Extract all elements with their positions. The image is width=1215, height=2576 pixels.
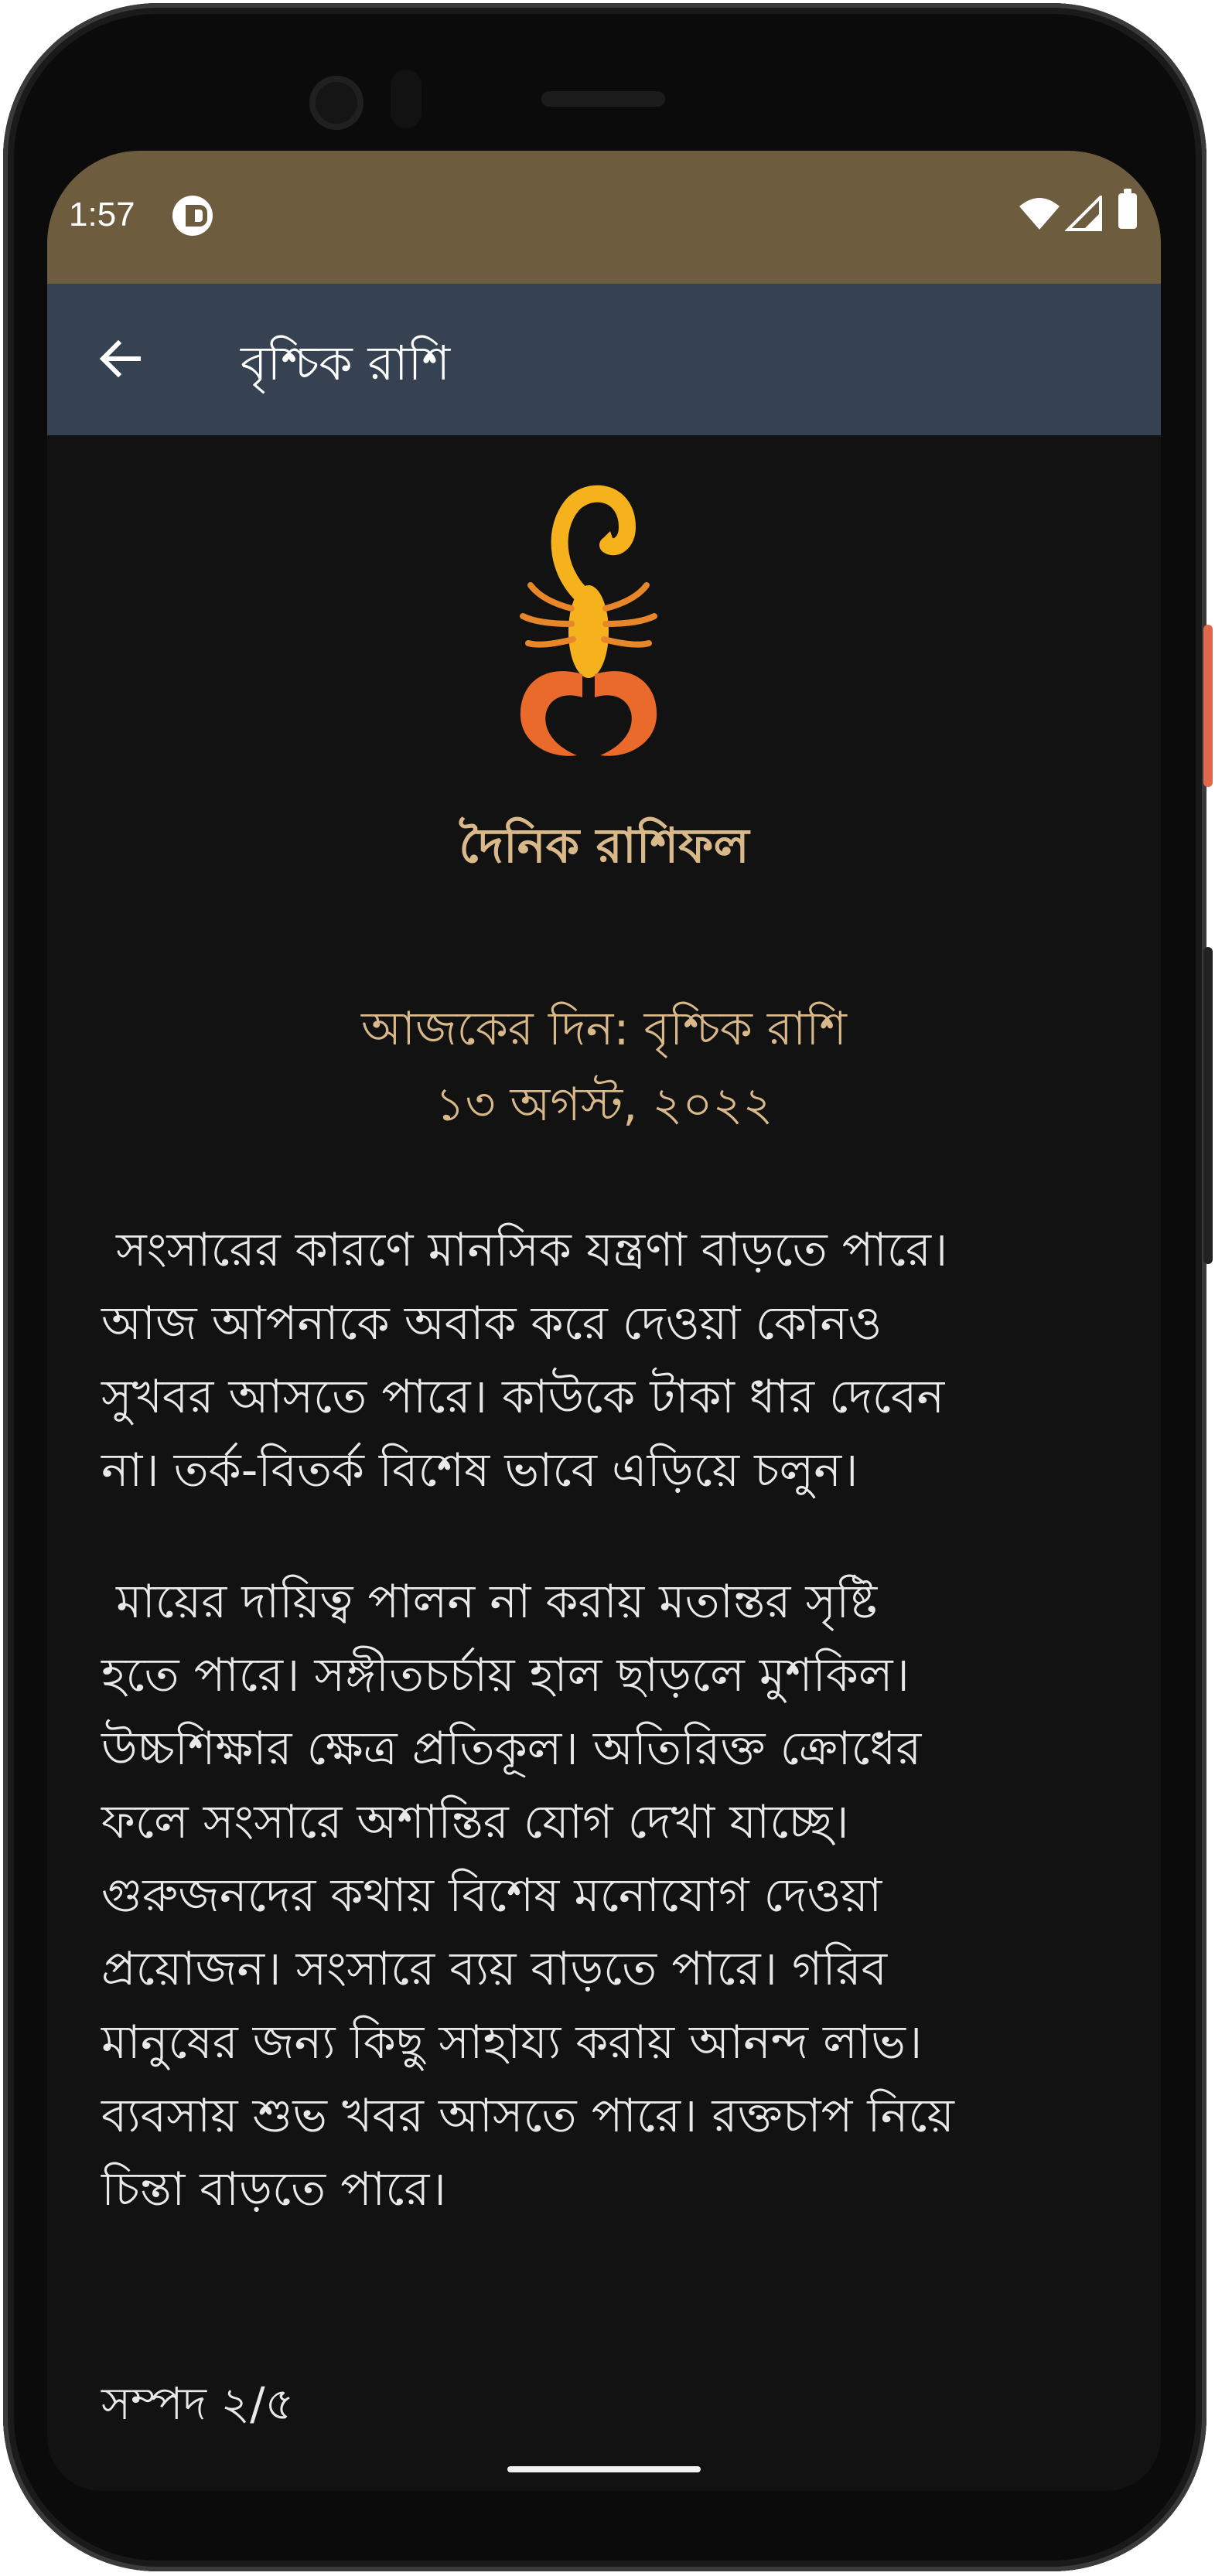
volume-button: [1203, 947, 1213, 1264]
scorpion-icon: [520, 485, 657, 756]
signal-icon: [1065, 196, 1102, 231]
battery-icon: [1118, 189, 1137, 229]
horoscope-paragraph-1: সংসারের কারণে মানসিক যন্ত্রণা বাড়তে পার…: [101, 1223, 948, 1498]
date-line: ১৩ অগস্ট, ২০২২: [435, 1078, 773, 1132]
screen: 1:57 বৃশ্চিক রাশি দৈনিক রাশিফল আজকের দিন…: [47, 151, 1161, 2491]
section-heading: দৈনিক রাশিফল: [459, 817, 749, 874]
front-camera: [309, 76, 363, 130]
status-bar: 1:57: [47, 151, 1161, 284]
page-title: বৃশ্চিক রাশি: [241, 335, 451, 391]
app-notification-icon: [172, 196, 213, 236]
app-bar: বৃশ্চিক রাশি: [47, 284, 1161, 435]
status-time: 1:57: [69, 196, 135, 233]
horoscope-paragraph-2: মায়ের দায়িত্ব পালন না করায় মতান্তর সৃ…: [101, 1575, 954, 2217]
day-line: আজকের দিন: বৃশ্চিক রাশি: [361, 1002, 847, 1056]
power-button: [1203, 625, 1213, 787]
back-arrow-icon[interactable]: [94, 332, 148, 386]
wifi-icon: [1019, 198, 1060, 230]
home-indicator[interactable]: [507, 2466, 701, 2472]
earpiece-speaker: [541, 91, 665, 107]
wealth-rating-label: সম্পদ ২/৫: [101, 2377, 295, 2430]
proximity-sensor: [391, 70, 421, 128]
